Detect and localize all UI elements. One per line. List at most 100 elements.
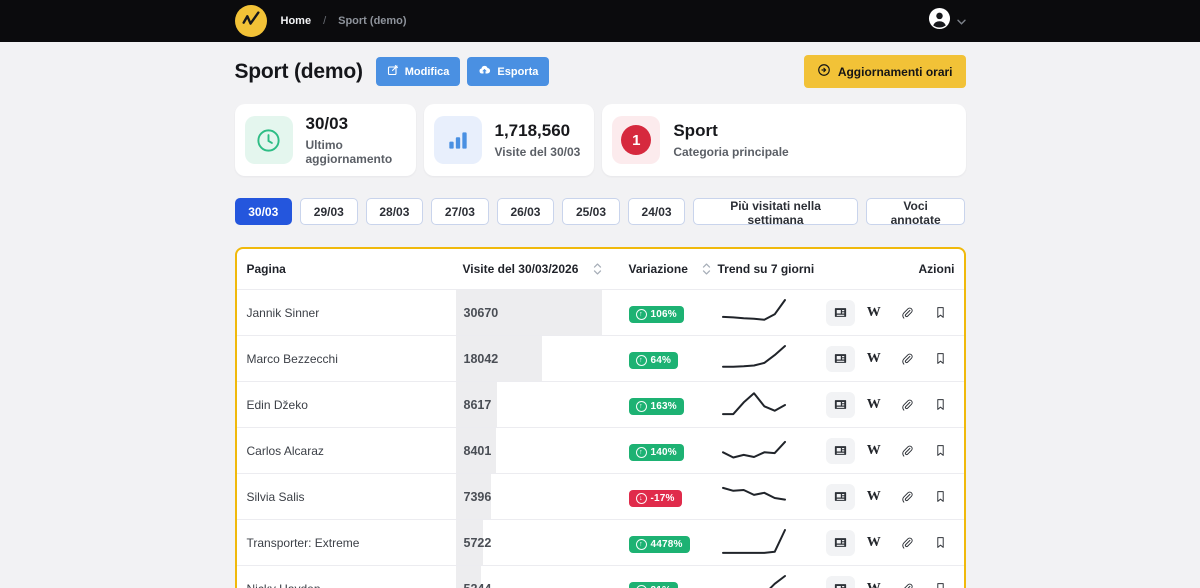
bookmark-icon[interactable]	[926, 530, 956, 556]
row-actions: W	[825, 529, 964, 556]
change-badge: ↑ 106%	[628, 305, 684, 323]
table-row[interactable]: Jannik Sinner 30670 ↑ 106% W	[236, 289, 964, 335]
visits-table: Pagina Visite del 30/03/2026 Variazione …	[234, 247, 966, 588]
change-value: 64%	[650, 354, 672, 366]
breadcrumb-home-link[interactable]: Home	[281, 15, 312, 27]
trend-sparkline	[718, 387, 826, 423]
date-tab-0[interactable]: 30/03	[234, 198, 293, 225]
card-visite: 1,718,560 Visite del 30/03	[423, 104, 595, 176]
news-icon[interactable]	[825, 529, 855, 556]
page-name: Transporter: Extreme	[246, 535, 360, 550]
change-arrow-icon: ↑	[635, 584, 647, 588]
change-value: 106%	[650, 308, 677, 320]
paperclip-icon[interactable]	[893, 438, 923, 464]
change-badge: ↑ 64%	[628, 351, 679, 369]
modifica-label: Modifica	[404, 65, 450, 78]
visits-value: 5244	[456, 582, 492, 588]
change-badge: ↓ -17%	[628, 489, 682, 507]
table-row[interactable]: Marco Bezzecchi 18042 ↑ 64% W	[236, 335, 964, 381]
news-icon[interactable]	[825, 575, 855, 588]
date-tab-2[interactable]: 28/03	[365, 198, 424, 225]
date-tab-7[interactable]: Più visitati nella settimana	[693, 198, 858, 227]
paperclip-icon[interactable]	[893, 576, 923, 588]
news-icon[interactable]	[825, 345, 855, 372]
card-categoria: 1 Sport Categoria principale	[602, 104, 966, 176]
bookmark-icon[interactable]	[926, 392, 956, 418]
col-header-pagina: Pagina	[246, 262, 286, 276]
top-navbar: Home / Sport (demo)	[0, 0, 1200, 42]
wikipedia-icon[interactable]: W	[859, 300, 889, 326]
date-tab-8[interactable]: Voci annotate	[865, 198, 966, 227]
visits-cell: 7396	[455, 474, 629, 519]
news-icon[interactable]	[825, 483, 855, 510]
table-row[interactable]: Silvia Salis 7396 ↓ -17% W	[236, 473, 964, 519]
date-tab-3[interactable]: 27/03	[431, 198, 489, 225]
breadcrumb-separator: /	[323, 15, 327, 27]
date-tab-1[interactable]: 29/03	[300, 198, 358, 225]
app-logo[interactable]	[234, 5, 267, 37]
chevron-down-icon	[956, 12, 966, 30]
date-tab-6[interactable]: 24/03	[627, 198, 686, 225]
row-actions: W	[825, 483, 964, 510]
variazione-cell: ↓ -17%	[628, 487, 718, 507]
wikipedia-icon[interactable]: W	[859, 484, 889, 510]
row-actions: W	[825, 437, 964, 464]
wikipedia-icon[interactable]: W	[859, 392, 889, 418]
wikipedia-icon[interactable]: W	[859, 438, 889, 464]
table-row[interactable]: Carlos Alcaraz 8401 ↑ 140% W	[236, 427, 964, 473]
variazione-cell: ↑ 21%	[628, 579, 718, 588]
summary-cards: 30/03 Ultimo aggiornamento 1,718,560 Vis…	[234, 104, 966, 176]
paperclip-icon[interactable]	[893, 300, 923, 326]
bookmark-icon[interactable]	[926, 300, 956, 326]
zigzag-sparkline-icon	[240, 8, 262, 35]
paperclip-icon[interactable]	[893, 530, 923, 556]
esporta-button[interactable]: Esporta	[467, 57, 550, 86]
page-title: Sport (demo)	[234, 59, 363, 83]
wikipedia-icon[interactable]: W	[859, 346, 889, 372]
bar-chart-icon	[433, 116, 482, 164]
bookmark-icon[interactable]	[926, 438, 956, 464]
visits-cell: 5722	[455, 520, 629, 565]
wikipedia-icon[interactable]: W	[859, 576, 889, 588]
page-name: Marco Bezzecchi	[246, 351, 338, 366]
wikipedia-icon[interactable]: W	[859, 530, 889, 556]
card-label: Visite del 30/03	[494, 145, 581, 159]
date-tab-4[interactable]: 26/03	[496, 198, 555, 225]
sort-variazione-button[interactable]	[702, 263, 711, 275]
table-body: Jannik Sinner 30670 ↑ 106% W Marco Bezze…	[236, 289, 964, 588]
avatar-icon	[928, 7, 951, 35]
visits-value: 5722	[463, 535, 492, 550]
row-actions: W	[825, 575, 964, 588]
page-name: Nicky Hayden	[237, 582, 456, 588]
col-header-visite: Visite del 30/03/2026	[462, 262, 579, 276]
bookmark-icon[interactable]	[926, 346, 956, 372]
clock-icon	[244, 116, 293, 164]
aggiornamenti-orari-button[interactable]: Aggiornamenti orari	[803, 55, 966, 88]
rank-number: 1	[621, 125, 652, 155]
visits-cell: 30670	[455, 290, 629, 335]
col-header-azioni: Azioni	[918, 262, 955, 276]
table-row[interactable]: Edin Džeko 8617 ↑ 163% W	[236, 381, 964, 427]
col-header-variazione: Variazione	[628, 262, 688, 276]
table-row[interactable]: Transporter: Extreme 5722 ↑ 4478% W	[236, 519, 964, 565]
esporta-label: Esporta	[497, 65, 539, 78]
date-tabs: 30/03 29/03 28/03 27/03 26/03 25/03 24/03 Più v…	[234, 198, 966, 227]
bookmark-icon[interactable]	[926, 484, 956, 510]
user-menu[interactable]	[928, 7, 966, 35]
modifica-button[interactable]: Modifica	[375, 57, 461, 86]
visits-cell: 5244	[455, 566, 629, 588]
paperclip-icon[interactable]	[893, 346, 923, 372]
page-name: Edin Džeko	[246, 397, 308, 412]
news-icon[interactable]	[825, 299, 855, 326]
change-arrow-icon: ↑	[635, 538, 647, 550]
paperclip-icon[interactable]	[893, 484, 923, 510]
news-icon[interactable]	[825, 437, 855, 464]
table-row[interactable]: Nicky Hayden 5244 ↑ 21% W	[236, 565, 964, 588]
sort-visite-button[interactable]	[593, 263, 602, 275]
paperclip-icon[interactable]	[893, 392, 923, 418]
bookmark-icon[interactable]	[926, 576, 956, 588]
variazione-cell: ↑ 64%	[628, 349, 718, 369]
date-tab-5[interactable]: 25/03	[562, 198, 620, 225]
news-icon[interactable]	[825, 391, 855, 418]
change-value: -17%	[650, 492, 675, 504]
